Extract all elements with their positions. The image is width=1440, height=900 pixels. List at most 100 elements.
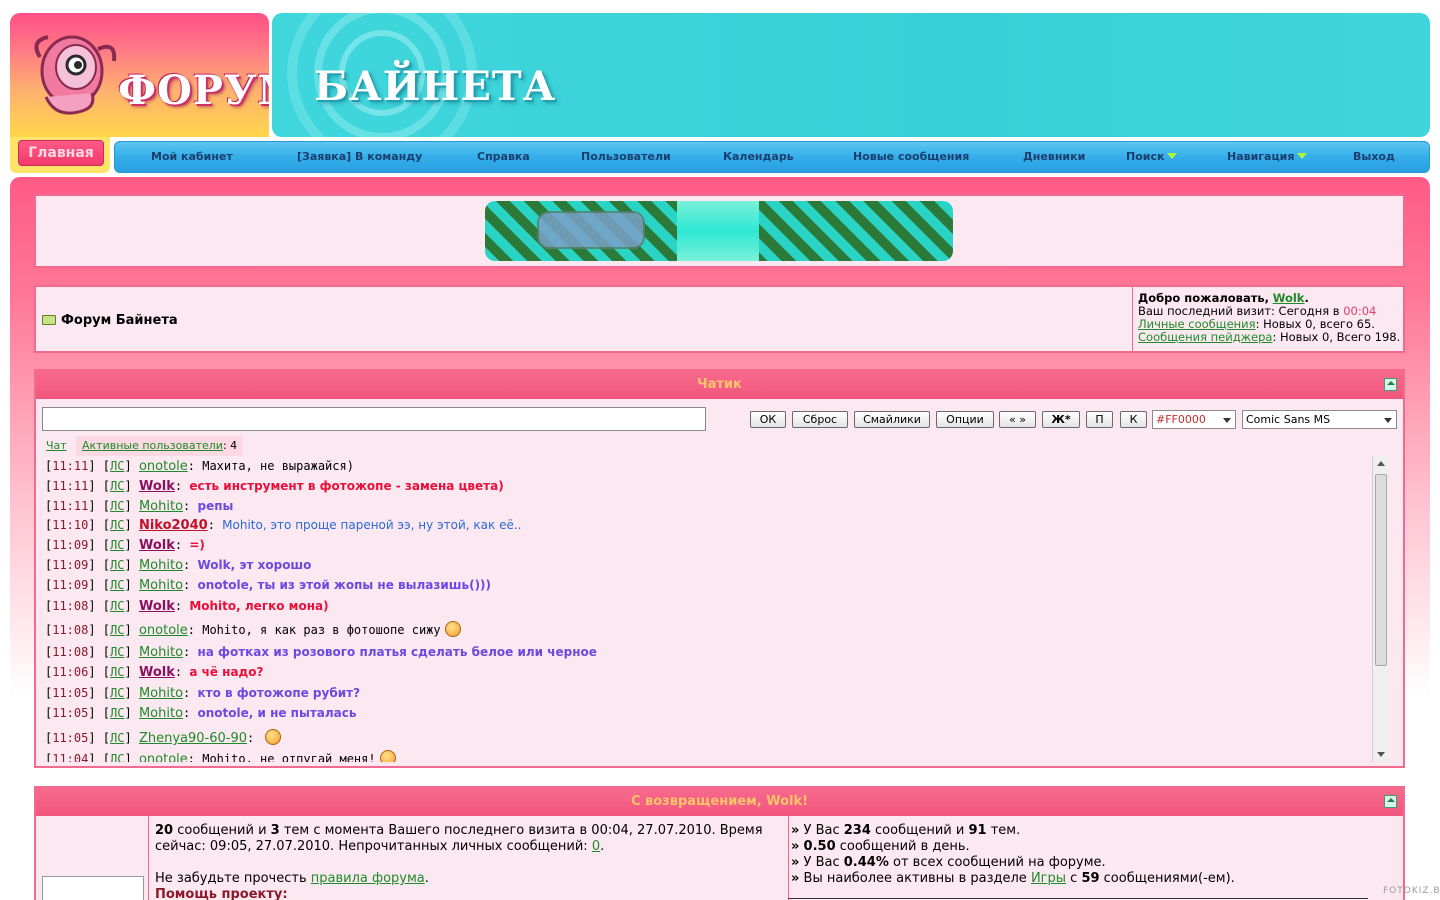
stats-text: от всех сообщений на форуме. bbox=[888, 855, 1106, 870]
private-message-link[interactable]: ЛС bbox=[110, 578, 124, 592]
nav-navigation-label: Навигация bbox=[1227, 150, 1295, 163]
home-button[interactable]: Главная bbox=[18, 140, 104, 166]
message-username[interactable]: Wolk bbox=[139, 538, 175, 553]
message-timestamp: 11:11 bbox=[52, 479, 89, 493]
nav-logout[interactable]: Выход bbox=[1353, 142, 1395, 172]
message-username[interactable]: onotole bbox=[139, 459, 188, 474]
chat-color-select[interactable]: #FF0000 bbox=[1152, 410, 1236, 429]
chevron-down-icon bbox=[1223, 418, 1231, 423]
nav-help[interactable]: Справка bbox=[477, 142, 530, 172]
nav-my-cabinet[interactable]: Мой кабинет bbox=[151, 142, 233, 172]
nav-new-posts[interactable]: Новые сообщения bbox=[853, 142, 969, 172]
private-message-link[interactable]: ЛС bbox=[110, 499, 124, 513]
chat-message: [11:05] [ЛС] Zhenya90-60-90: bbox=[45, 729, 282, 746]
private-message-link[interactable]: ЛС bbox=[110, 538, 124, 552]
collapse-icon[interactable] bbox=[1384, 795, 1397, 808]
message-text: Mohito, легко мона) bbox=[189, 599, 329, 613]
divider bbox=[788, 898, 1368, 899]
private-message-link[interactable]: ЛС bbox=[110, 665, 124, 679]
message-text: а чё надо? bbox=[189, 665, 264, 679]
stats-text: У Вас bbox=[803, 855, 844, 870]
chat-smileys-button[interactable]: Смайлики bbox=[854, 411, 930, 428]
private-message-link[interactable]: ЛС bbox=[110, 558, 124, 572]
message-username[interactable]: Mohito bbox=[139, 499, 183, 514]
nav-team-application[interactable]: [Заявка] В команду bbox=[297, 142, 422, 172]
chat-font-value: Comic Sans MS bbox=[1246, 413, 1331, 426]
scroll-thumb[interactable] bbox=[1375, 474, 1387, 666]
new-posts-count: 20 bbox=[155, 823, 174, 838]
chat-message: [11:11] [ЛС] Wolk: есть инструмент в фот… bbox=[45, 479, 504, 494]
dropdown-caret-icon bbox=[1297, 153, 1308, 159]
chat-options-button[interactable]: Опции bbox=[936, 411, 994, 428]
private-message-link[interactable]: ЛС bbox=[110, 752, 124, 762]
welcome-greeting: Добро пожаловать, bbox=[1138, 291, 1270, 305]
private-messages-link[interactable]: Личные сообщения bbox=[1138, 317, 1256, 331]
message-username[interactable]: Wolk bbox=[139, 479, 175, 494]
nav-search[interactable]: Поиск bbox=[1126, 142, 1178, 172]
chat-quotes-button[interactable]: « » bbox=[999, 411, 1036, 428]
unread-pm-link[interactable]: 0 bbox=[592, 839, 600, 854]
chat-k-button[interactable]: К bbox=[1120, 411, 1147, 428]
message-username[interactable]: Zhenya90-60-90 bbox=[139, 731, 247, 746]
message-username[interactable]: onotole bbox=[139, 623, 188, 638]
message-username[interactable]: Mohito bbox=[139, 558, 183, 573]
banner-title: БАЙНЕТА bbox=[314, 63, 557, 110]
welcome-username-link[interactable]: Wolk bbox=[1273, 291, 1305, 305]
scroll-down-icon[interactable] bbox=[1377, 752, 1385, 757]
nav-diaries[interactable]: Дневники bbox=[1023, 142, 1085, 172]
message-timestamp: 11:08 bbox=[52, 645, 89, 659]
chat-p-button[interactable]: П bbox=[1086, 411, 1113, 428]
chat-reset-button[interactable]: Сброс bbox=[792, 411, 848, 428]
bullet-icon: » bbox=[791, 855, 800, 870]
message-username[interactable]: Wolk bbox=[139, 665, 175, 680]
last-visit-label: Ваш последний визит: Сегодня в bbox=[1138, 304, 1340, 318]
tab-active-users[interactable]: Активные пользователи: 4 bbox=[76, 436, 244, 456]
chat-message: [11:08] [ЛС] onotole: Mohito, я как раз … bbox=[45, 621, 461, 638]
private-message-link[interactable]: ЛС bbox=[110, 518, 124, 532]
stats-text: У Вас bbox=[803, 823, 844, 838]
chat-font-select[interactable]: Comic Sans MS bbox=[1242, 410, 1397, 429]
private-message-link[interactable]: ЛС bbox=[110, 459, 124, 473]
chat-ok-button[interactable]: ОК bbox=[750, 411, 786, 428]
nav-navigation[interactable]: Навигация bbox=[1227, 142, 1308, 172]
message-username[interactable]: Mohito bbox=[139, 578, 183, 593]
smiley-icon bbox=[379, 750, 396, 762]
ad-banner[interactable] bbox=[485, 201, 953, 261]
breadcrumb-title[interactable]: Форум Байнета bbox=[61, 313, 178, 328]
nav-calendar[interactable]: Календарь bbox=[723, 142, 794, 172]
forum-logo[interactable]: ФОРУМ bbox=[10, 13, 269, 137]
most-active-section-link[interactable]: Игры bbox=[1031, 871, 1066, 886]
chat-message-input[interactable] bbox=[42, 407, 706, 431]
scroll-up-icon[interactable] bbox=[1377, 461, 1385, 466]
posts-per-day: 0.50 bbox=[803, 839, 836, 854]
folder-icon bbox=[42, 315, 56, 325]
collapse-icon[interactable] bbox=[1384, 378, 1397, 391]
chat-scrollbar[interactable] bbox=[1372, 456, 1388, 762]
message-username[interactable]: onotole bbox=[139, 752, 188, 762]
private-message-link[interactable]: ЛС bbox=[110, 599, 124, 613]
message-username[interactable]: Mohito bbox=[139, 686, 183, 701]
message-username[interactable]: Mohito bbox=[139, 706, 183, 721]
main-nav: Мой кабинет [Заявка] В команду Справка П… bbox=[114, 141, 1430, 173]
chat-bold-button[interactable]: Ж* bbox=[1042, 411, 1080, 428]
private-message-link[interactable]: ЛС bbox=[110, 623, 124, 637]
smiley-icon bbox=[444, 621, 461, 637]
message-username[interactable]: Niko2040 bbox=[139, 518, 208, 533]
tab-chat[interactable]: Чат bbox=[46, 439, 67, 452]
message-text: Mohito, я как раз в фотошопе сижу bbox=[202, 623, 441, 637]
ad-device-graphic bbox=[537, 211, 645, 249]
tab-active-users-label: Активные пользователи bbox=[82, 439, 223, 452]
message-timestamp: 11:09 bbox=[52, 578, 89, 592]
message-username[interactable]: Mohito bbox=[139, 645, 183, 660]
private-message-link[interactable]: ЛС bbox=[110, 706, 124, 720]
pager-messages-link[interactable]: Сообщения пейджера bbox=[1138, 330, 1272, 344]
message-username[interactable]: Wolk bbox=[139, 599, 175, 614]
private-message-link[interactable]: ЛС bbox=[110, 686, 124, 700]
nav-users[interactable]: Пользователи bbox=[581, 142, 671, 172]
total-topics: 91 bbox=[968, 823, 987, 838]
forum-rules-link[interactable]: правила форума bbox=[311, 871, 425, 886]
private-message-link[interactable]: ЛС bbox=[110, 731, 124, 745]
private-message-link[interactable]: ЛС bbox=[110, 479, 124, 493]
last-visit-time: 00:04 bbox=[1343, 304, 1377, 318]
private-message-link[interactable]: ЛС bbox=[110, 645, 124, 659]
